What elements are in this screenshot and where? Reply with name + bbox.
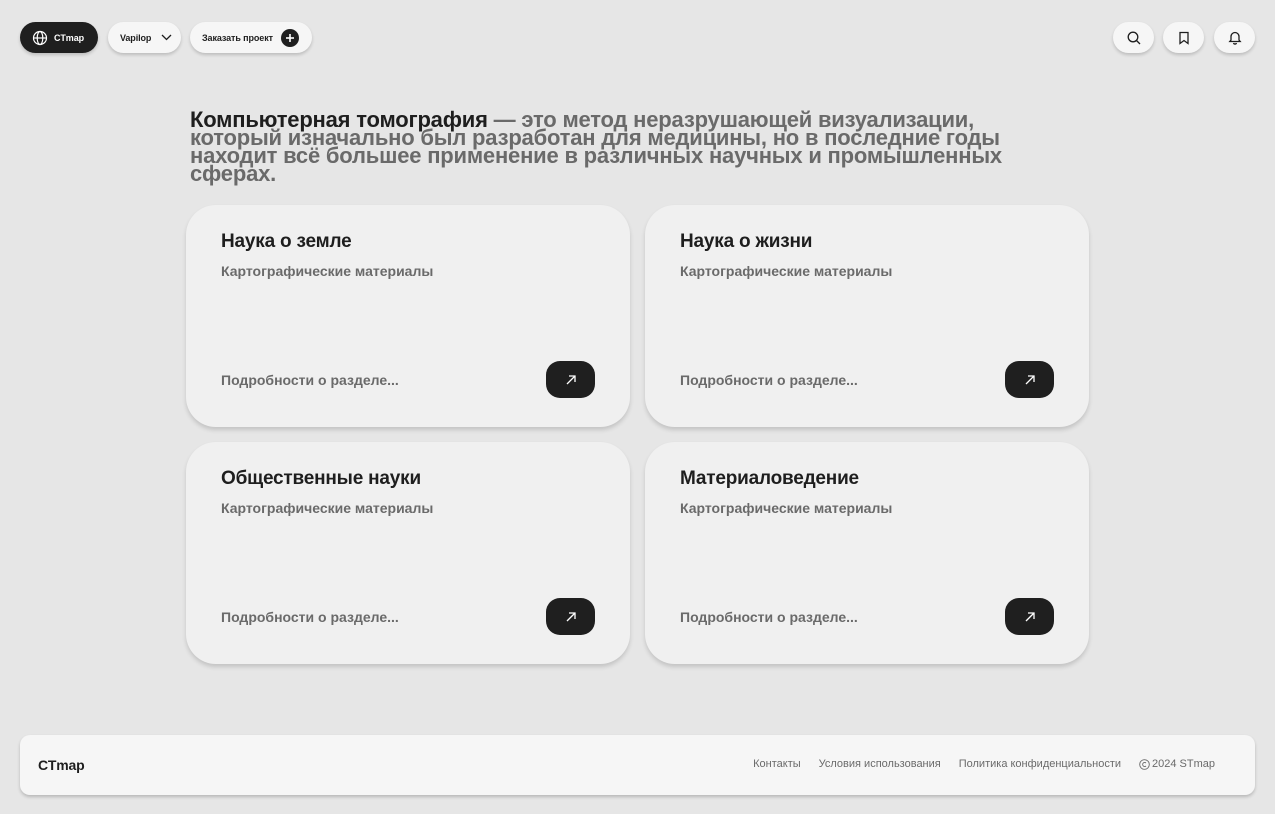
card-title: Материаловедение [680,468,859,489]
language-dropdown[interactable]: Vapilop [108,22,181,53]
bookmark-button[interactable] [1163,22,1204,53]
top-bar: CTmap Vapilop Заказать проект [20,22,1255,53]
card-more-link[interactable]: Подробности о разделе... [221,372,399,388]
brand-button[interactable]: CTmap [20,22,98,53]
card-open-button[interactable] [1005,598,1054,635]
plus-icon [280,28,299,47]
card-subtitle: Картографические материалы [680,263,893,279]
category-card[interactable]: Материаловедение Картографические матери… [645,442,1089,664]
copyright: 2024 STmap [1139,758,1215,770]
copyright-text: 2024 STmap [1152,758,1215,770]
arrow-up-right-icon [1024,611,1036,623]
footer-link-privacy[interactable]: Политика конфиденциальности [959,758,1121,770]
card-subtitle: Картографические материалы [680,500,893,516]
card-open-button[interactable] [546,598,595,635]
card-subtitle: Картографические материалы [221,263,434,279]
footer-logo[interactable]: CTmap [38,757,85,773]
footer-links: Контакты Условия использования Политика … [753,758,1215,770]
card-more-link[interactable]: Подробности о разделе... [680,372,858,388]
search-icon [1127,31,1141,45]
copyright-icon [1139,758,1150,770]
card-more-link[interactable]: Подробности о разделе... [221,609,399,625]
card-subtitle: Картографические материалы [221,500,434,516]
footer: CTmap Контакты Условия использования Пол… [20,735,1255,795]
footer-link-terms[interactable]: Условия использования [819,758,941,770]
intro-paragraph: Компьютерная томография — это метод нера… [190,109,1030,185]
arrow-up-right-icon [1024,374,1036,386]
footer-link-contacts[interactable]: Контакты [753,758,801,770]
card-title: Наука о жизни [680,231,813,252]
card-title: Наука о земле [221,231,352,252]
bell-icon [1227,30,1242,45]
search-button[interactable] [1113,22,1154,53]
arrow-up-right-icon [565,374,577,386]
notifications-button[interactable] [1214,22,1255,53]
order-label: Заказать проект [202,32,273,43]
arrow-up-right-icon [565,611,577,623]
category-card[interactable]: Общественные науки Картографические мате… [186,442,630,664]
category-card[interactable]: Наука о жизни Картографические материалы… [645,205,1089,427]
card-open-button[interactable] [546,361,595,398]
card-more-link[interactable]: Подробности о разделе... [680,609,858,625]
category-card[interactable]: Наука о земле Картографические материалы… [186,205,630,427]
brand-label: CTmap [54,32,85,43]
bookmark-icon [1178,31,1190,45]
card-title: Общественные науки [221,468,421,489]
language-label: Vapilop [120,32,152,43]
order-project-button[interactable]: Заказать проект [190,22,312,53]
chevron-down-icon [161,34,172,41]
globe-icon [32,30,48,46]
card-open-button[interactable] [1005,361,1054,398]
